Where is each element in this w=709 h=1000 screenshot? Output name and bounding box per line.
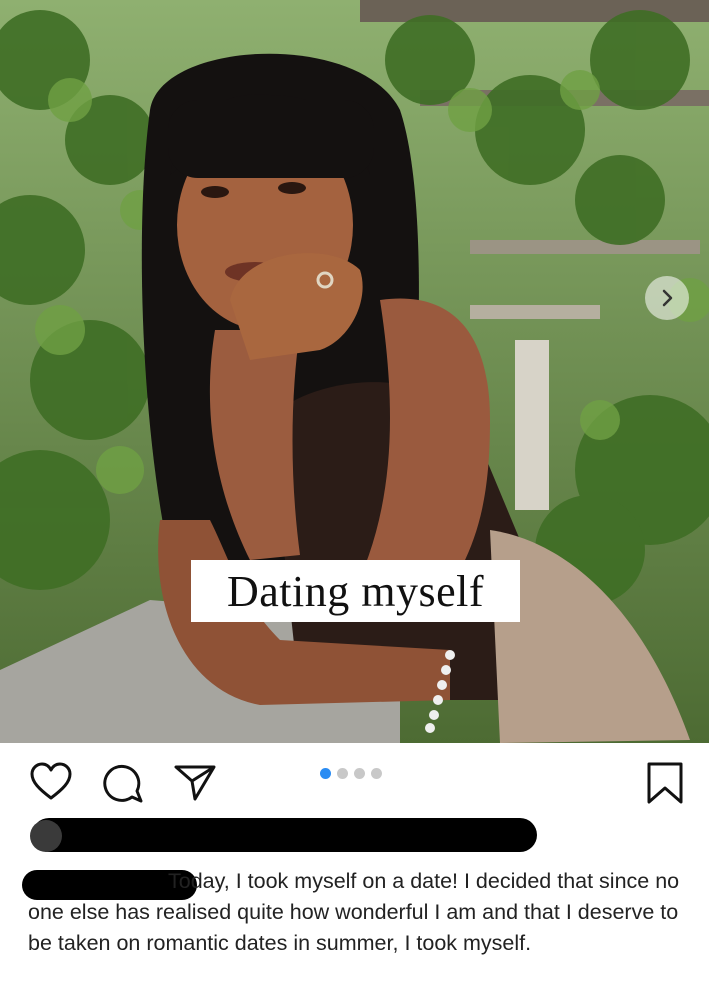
heart-icon[interactable] [29,762,73,802]
photo-illustration [0,0,709,743]
carousel-dot-3 [354,768,365,779]
bookmark-icon[interactable] [646,761,684,805]
share-icon[interactable] [173,763,217,803]
carousel-dot-1 [320,768,331,779]
chevron-right-icon [662,289,673,307]
carousel-next-button[interactable] [645,276,689,320]
overlay-caption: Dating myself [191,560,520,622]
liked-by-redaction [32,818,537,852]
caption-text: Today, I took myself on a date! I decide… [28,869,680,955]
comment-icon[interactable] [101,761,145,805]
avatar-redaction [30,820,62,852]
post-caption: Today, I took myself on a date! I decide… [28,866,688,959]
post-action-bar [0,743,709,823]
carousel-dot-4 [371,768,382,779]
carousel-indicator [320,768,382,779]
post-photo[interactable]: Dating myself [0,0,709,743]
carousel-dot-2 [337,768,348,779]
